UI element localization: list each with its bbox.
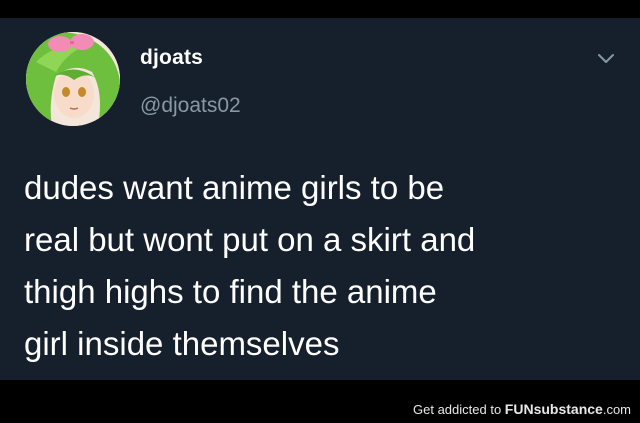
tweet-text-line: real but wont put on a skirt and bbox=[24, 221, 476, 258]
chevron-down-icon[interactable] bbox=[596, 52, 616, 66]
watermark-text: Get addicted to FUNsubstance.com bbox=[413, 401, 631, 417]
watermark-brand: FUNsubstance bbox=[504, 401, 603, 417]
avatar[interactable] bbox=[26, 32, 120, 126]
tweet-text: dudes want anime girls to be real but wo… bbox=[24, 162, 624, 370]
watermark-prefix: Get addicted to bbox=[413, 402, 505, 417]
watermark-suffix: .com bbox=[602, 402, 631, 417]
tweet-text-line: thigh highs to find the anime bbox=[24, 273, 437, 310]
user-handle[interactable]: @djoats02 bbox=[140, 94, 241, 118]
tweet-text-line: girl inside themselves bbox=[24, 325, 340, 362]
watermark-bar: Get addicted to FUNsubstance.com bbox=[0, 394, 640, 423]
display-name[interactable]: djoats bbox=[140, 46, 203, 70]
anime-avatar-image bbox=[26, 32, 120, 126]
screenshot-frame: djoats @djoats02 dudes want anime girls … bbox=[0, 0, 640, 423]
tweet-card: djoats @djoats02 dudes want anime girls … bbox=[0, 18, 640, 380]
tweet-text-line: dudes want anime girls to be bbox=[24, 169, 445, 206]
